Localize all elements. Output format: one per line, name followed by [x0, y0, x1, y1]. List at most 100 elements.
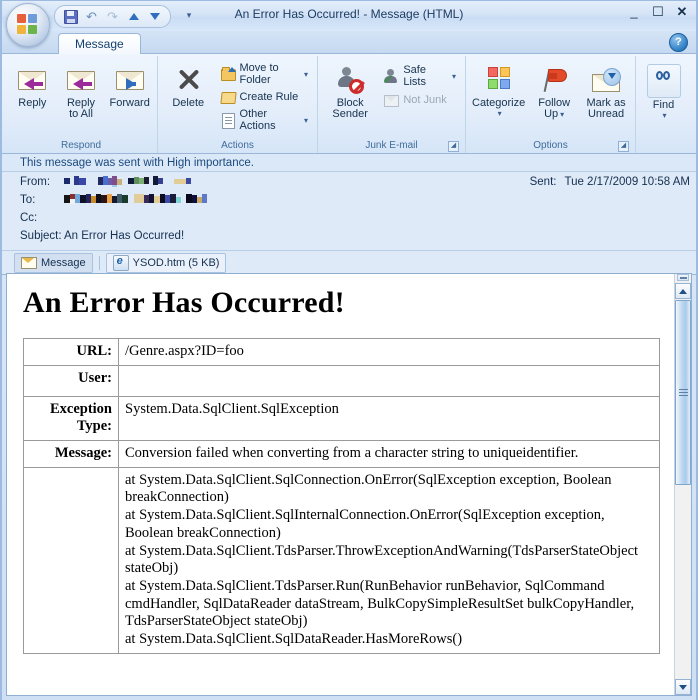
scrollbar-grip-icon: [679, 388, 688, 397]
next-item-icon[interactable]: [145, 8, 164, 25]
sent-field: Sent: Tue 2/17/2009 10:58 AM: [530, 176, 690, 188]
chevron-down-icon: ▾: [560, 110, 565, 119]
attachment-item-ysod[interactable]: YSOD.htm (5 KB): [105, 252, 227, 273]
redacted-recipient-block: [64, 194, 207, 204]
envelope-icon: [21, 256, 37, 269]
subject-label: Subject:: [20, 230, 62, 242]
junk-email-dialog-launcher[interactable]: ◢: [448, 141, 459, 152]
close-button[interactable]: ✕: [674, 4, 690, 20]
delete-icon: [172, 64, 204, 96]
not-junk-button[interactable]: Not Junk: [380, 89, 461, 111]
cc-row: Cc:: [2, 212, 696, 230]
row-key-url: URL:: [23, 338, 119, 366]
subject-row: Subject: An Error Has Occurred!: [2, 230, 696, 248]
row-value-user: [118, 364, 660, 397]
tab-message[interactable]: Message: [58, 33, 141, 54]
ribbon-group-options: Categorize ▾ Follow Up ▾ Mark as Unread …: [465, 56, 635, 153]
move-to-folder-button[interactable]: Move to Folder ▾: [217, 62, 313, 86]
html-file-icon: [112, 254, 129, 271]
message-body: An Error Has Occurred! URL: /Genre.aspx?…: [7, 274, 674, 695]
follow-up-button[interactable]: Follow Up ▾: [529, 61, 579, 123]
chevron-down-icon: ▾: [303, 69, 308, 79]
maximize-button[interactable]: ☐: [650, 4, 666, 20]
attachment-bar: Message YSOD.htm (5 KB): [2, 251, 696, 275]
create-rule-icon: [219, 89, 237, 105]
body-vertical-scrollbar[interactable]: [674, 274, 691, 695]
ribbon-group-find: Find ▾: [635, 56, 691, 153]
ribbon-group-respond: Reply Reply to All Forward Respond: [5, 56, 157, 153]
outlook-message-window: ↶ ↷ ▾ An Error Has Occurred! - Message (…: [0, 0, 698, 700]
reply-all-icon: [65, 64, 97, 96]
delete-button[interactable]: Delete: [162, 61, 215, 112]
reply-icon: [16, 64, 48, 96]
row-value-stacktrace: at System.Data.SqlClient.SqlConnection.O…: [118, 466, 660, 654]
table-row: at System.Data.SqlClient.SqlConnection.O…: [23, 466, 660, 654]
window-controls: _ ☐ ✕: [626, 4, 690, 20]
safe-lists-button[interactable]: ✓ Safe Lists ▾: [380, 64, 461, 88]
office-logo-icon: [17, 14, 39, 36]
row-value-message: Conversion failed when converting from a…: [118, 440, 660, 468]
ribbon-group-label-junk-email: Junk E-mail ◢: [322, 139, 461, 153]
office-button[interactable]: [6, 3, 50, 47]
chevron-down-icon: ▾: [497, 109, 502, 118]
previous-item-icon[interactable]: [124, 8, 143, 25]
error-heading: An Error Has Occurred!: [23, 286, 345, 319]
block-sender-icon: [334, 64, 366, 96]
message-chip-label: Message: [41, 256, 86, 269]
table-row: URL: /Genre.aspx?ID=foo: [23, 338, 660, 366]
scrollbar-thumb[interactable]: [675, 300, 691, 485]
chip-divider: [98, 255, 100, 270]
mark-as-unread-button[interactable]: Mark as Unread: [581, 61, 631, 123]
block-sender-button[interactable]: Block Sender: [322, 61, 378, 123]
categorize-button[interactable]: Categorize ▾: [470, 61, 527, 121]
undo-icon[interactable]: ↶: [82, 8, 101, 25]
safe-lists-icon: ✓: [382, 68, 399, 86]
other-actions-icon: [220, 112, 236, 129]
scrollbar-split-handle[interactable]: [677, 274, 689, 281]
reply-all-button[interactable]: Reply to All: [58, 61, 105, 123]
create-rule-button[interactable]: Create Rule: [217, 86, 313, 108]
redo-icon[interactable]: ↷: [103, 8, 122, 25]
reply-button[interactable]: Reply: [9, 61, 56, 112]
sent-label: Sent:: [529, 176, 557, 188]
row-value-exception-type: System.Data.SqlClient.SqlException: [118, 395, 660, 442]
high-importance-info-bar: This message was sent with High importan…: [2, 154, 696, 172]
minimize-button[interactable]: _: [626, 4, 642, 20]
attachment-label: YSOD.htm (5 KB): [132, 256, 220, 269]
to-value: [64, 194, 696, 208]
from-label: From:: [20, 176, 51, 188]
table-row: User:: [23, 364, 660, 397]
move-to-folder-icon: [220, 66, 236, 82]
chevron-down-icon: ▾: [451, 71, 456, 81]
ribbon-group-junk-email: Block Sender ✓ Safe Lists ▾ Not Junk Jun…: [317, 56, 465, 153]
sent-value: Tue 2/17/2009 10:58 AM: [564, 176, 690, 188]
find-icon: [646, 64, 681, 98]
mark-unread-icon: [590, 64, 622, 96]
help-icon[interactable]: ?: [669, 33, 688, 52]
table-row: Exception Type: System.Data.SqlClient.Sq…: [23, 395, 660, 442]
not-junk-icon: [383, 92, 400, 108]
subject-value: An Error Has Occurred!: [64, 230, 185, 242]
to-label: To:: [20, 194, 36, 206]
ribbon-group-actions: Delete Move to Folder ▾ Create Rule Othe: [157, 56, 317, 153]
save-icon[interactable]: [61, 8, 80, 25]
other-actions-button[interactable]: Other Actions ▾: [217, 108, 313, 132]
message-header: From: Sent: Tue 2/17/2009 10:58 AM To: C…: [2, 172, 696, 251]
ribbon-group-label-find: [640, 139, 687, 153]
row-key-exception-type: Exception Type:: [23, 395, 119, 442]
scroll-down-button[interactable]: [675, 679, 691, 695]
ribbon-group-label-respond: Respond: [60, 140, 102, 151]
follow-up-icon: [538, 64, 570, 96]
chevron-down-icon: ▾: [303, 115, 308, 125]
options-dialog-launcher[interactable]: ◢: [618, 141, 629, 152]
forward-button[interactable]: Forward: [106, 61, 153, 112]
row-value-url: /Genre.aspx?ID=foo: [118, 338, 660, 366]
row-key-message: Message:: [23, 440, 119, 468]
row-key-stacktrace: [23, 466, 119, 654]
reading-pane: An Error Has Occurred! URL: /Genre.aspx?…: [6, 273, 692, 696]
find-button[interactable]: Find ▾: [640, 61, 687, 123]
customize-qat-icon[interactable]: ▾: [182, 7, 196, 24]
scroll-up-button[interactable]: [675, 283, 691, 299]
message-tab-chip[interactable]: Message: [14, 252, 93, 273]
error-details-table: URL: /Genre.aspx?ID=foo User: Exception …: [23, 338, 660, 654]
